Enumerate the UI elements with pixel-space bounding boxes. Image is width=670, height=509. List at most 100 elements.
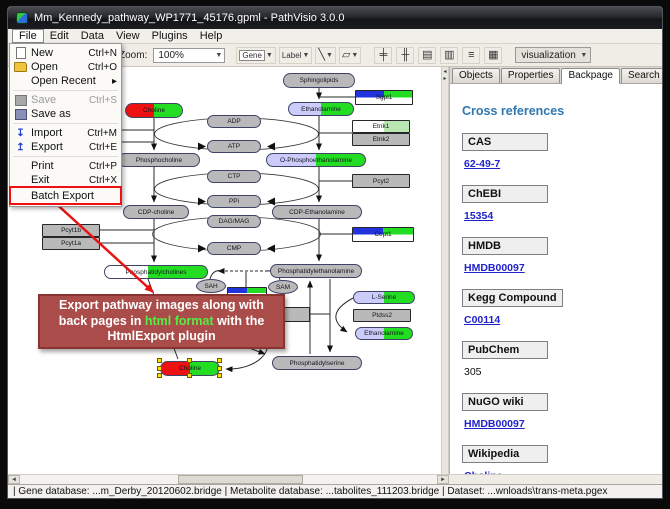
xref-source-wikipedia: Wikipedia <box>462 445 548 463</box>
pathway-node-dag-mag[interactable]: DAG/MAG <box>207 215 261 228</box>
shape-tool-icon: ▱ <box>342 50 350 61</box>
menu-help[interactable]: Help <box>194 30 229 42</box>
pathway-node-ppi[interactable]: PPi <box>207 195 261 208</box>
xref-link-chebi[interactable]: 15354 <box>464 210 650 222</box>
selection-handle[interactable] <box>187 373 192 378</box>
menu-shortcut: Ctrl+N <box>88 48 117 59</box>
pathway-node-ptdss2[interactable]: Ptdss2 <box>353 309 411 322</box>
xref-link-nugo-wiki[interactable]: HMDB00097 <box>464 418 650 430</box>
tab-objects[interactable]: Objects <box>452 68 500 83</box>
pathway-node-phosphatidylcholines[interactable]: Phosphatidylcholines <box>104 265 208 279</box>
selection-handle[interactable] <box>187 358 192 363</box>
xref-link-hmdb[interactable]: HMDB00097 <box>464 262 650 274</box>
menu-plugins[interactable]: Plugins <box>146 30 194 42</box>
pathway-node-sgpl1[interactable]: Sgpl1 <box>355 90 413 105</box>
scroll-right-icon[interactable]: ► <box>437 475 449 484</box>
file-menu-item-save-as[interactable]: Save as <box>10 107 121 121</box>
label-tool-icon: Label <box>282 51 302 60</box>
pathway-node-choline[interactable]: Choline <box>125 103 183 118</box>
zoom-combobox[interactable]: 100% ▼ <box>153 48 225 63</box>
file-menu-item-import[interactable]: ↧ImportCtrl+M <box>10 126 121 140</box>
align-vertical-center-button[interactable]: ╫ <box>396 47 414 64</box>
pathway-node-ctp[interactable]: CTP <box>207 170 261 183</box>
file-menu-item-exit[interactable]: ExitCtrl+X <box>10 173 121 187</box>
distribute-horizontal-button[interactable]: ▤ <box>418 47 436 64</box>
datanode-tool-button[interactable]: Gene ▼ <box>236 47 276 64</box>
menu-separator <box>13 123 118 124</box>
window-title: Mm_Kennedy_pathway_WP1771_45176.gpml - P… <box>34 12 344 24</box>
no-icon <box>13 190 28 201</box>
menu-separator <box>13 156 118 157</box>
menu-view[interactable]: View <box>110 30 146 42</box>
label-tool-button[interactable]: Label ▼ <box>279 47 313 64</box>
menu-data[interactable]: Data <box>75 30 110 42</box>
selection-handle[interactable] <box>157 358 162 363</box>
pathway-node-ethanolamine[interactable]: Ethanolamine <box>288 102 354 116</box>
pathway-node-l-serine[interactable]: L-Serine <box>353 291 415 304</box>
pathway-node-atp[interactable]: ATP <box>207 140 261 153</box>
file-menu-item-export[interactable]: ↥ExportCtrl+E <box>10 140 121 154</box>
horizontal-scrollbar[interactable]: ◄ ► <box>8 475 449 484</box>
pathway-node-phosphatidylserine[interactable]: Phosphatidylserine <box>272 356 362 370</box>
xref-link-cas[interactable]: 62-49-7 <box>464 158 650 170</box>
tab-backpage[interactable]: Backpage <box>561 68 619 84</box>
pathway-node-ethanolamine[interactable]: Ethanolamine <box>355 327 413 340</box>
collapse-left-icon[interactable]: ◂ <box>443 69 446 76</box>
visualization-combobox[interactable]: visualization ▼ <box>515 47 591 63</box>
selection-handle[interactable] <box>157 373 162 378</box>
file-menu-item-open-recent[interactable]: Open Recent▸ <box>10 74 121 88</box>
stack-button[interactable]: ≡ <box>462 47 480 64</box>
file-menu-item-label: Import <box>31 127 87 139</box>
pathway-node-sphingolipids[interactable]: Sphingolipids <box>283 73 355 88</box>
pathway-node-phosphatidylethanolamine[interactable]: Phosphatidylethanolamine <box>270 264 362 278</box>
group-button[interactable]: ▦ <box>484 47 502 64</box>
shape-tool-button[interactable]: ▱ ▼ <box>339 47 361 64</box>
pathway-node-phosphocholine[interactable]: Phosphocholine <box>118 153 200 167</box>
pathway-node[interactable] <box>282 307 310 322</box>
line-tool-button[interactable]: ╲ ▼ <box>315 47 336 64</box>
file-menu-item-batch-export[interactable]: Batch Export <box>10 187 121 204</box>
pathway-node-pcyt2[interactable]: Pcyt2 <box>352 174 410 188</box>
selection-handle[interactable] <box>217 358 222 363</box>
file-menu-item-save[interactable]: SaveCtrl+S <box>10 93 121 107</box>
tab-search[interactable]: Search <box>621 68 663 83</box>
xref-value-pubchem: 305 <box>464 366 650 378</box>
align-horizontal-center-button[interactable]: ╪ <box>374 47 392 64</box>
pathway-node-adp[interactable]: ADP <box>207 115 261 128</box>
file-menu-item-new[interactable]: NewCtrl+N <box>10 46 121 60</box>
submenu-arrow-icon: ▸ <box>112 76 117 87</box>
pathway-node-sam[interactable]: SAM <box>268 280 298 294</box>
menu-file[interactable]: File <box>12 29 44 43</box>
file-menu-item-label: Save <box>31 94 89 106</box>
pathway-node-etnk1[interactable]: Etnk1 <box>352 120 410 133</box>
pathway-node-cept1[interactable]: Cept1 <box>352 227 414 242</box>
menu-edit[interactable]: Edit <box>44 30 75 42</box>
pathway-node-cmp[interactable]: CMP <box>207 242 261 255</box>
pathway-node-cdp-ethanolamine[interactable]: CDP-Ethanolamine <box>272 205 362 219</box>
file-menu-item-print[interactable]: PrintCtrl+P <box>10 159 121 173</box>
distribute-vertical-button[interactable]: ▥ <box>440 47 458 64</box>
file-menu-item-open[interactable]: OpenCtrl+O <box>10 60 121 74</box>
xref-link-kegg-compound[interactable]: C00114 <box>464 314 650 326</box>
pathvisio-window: Mm_Kennedy_pathway_WP1771_45176.gpml - P… <box>7 6 663 499</box>
panel-splitter[interactable]: ◂ ▸ <box>441 67 449 474</box>
title-bar[interactable]: Mm_Kennedy_pathway_WP1771_45176.gpml - P… <box>8 7 662 29</box>
collapse-right-icon[interactable]: ▸ <box>443 76 446 83</box>
file-menu-item-label: Exit <box>31 174 89 186</box>
pathway-node-pcyt1a[interactable]: Pcyt1a <box>42 237 100 250</box>
pathway-node-cdp-choline[interactable]: CDP-choline <box>123 205 189 219</box>
pathway-node-pcyt1b[interactable]: Pcyt1b <box>42 224 100 237</box>
annotation-callout: Export pathway images along with back pa… <box>38 294 285 349</box>
pathway-node-o-phosphoethanolamine[interactable]: O-Phosphoethanolamine <box>266 153 366 167</box>
tab-properties[interactable]: Properties <box>501 68 561 83</box>
selection-handle[interactable] <box>217 366 222 371</box>
selection-handle[interactable] <box>157 366 162 371</box>
scroll-left-icon[interactable]: ◄ <box>8 475 20 484</box>
file-menu-item-label: Print <box>31 160 89 172</box>
pathway-node-sah[interactable]: SAH <box>196 279 226 293</box>
no-icon <box>13 161 28 172</box>
scrollbar-thumb[interactable] <box>178 475 303 484</box>
chevron-down-icon: ▼ <box>302 52 309 59</box>
selection-handle[interactable] <box>217 373 222 378</box>
pathway-node-etnk2[interactable]: Etnk2 <box>352 133 410 146</box>
